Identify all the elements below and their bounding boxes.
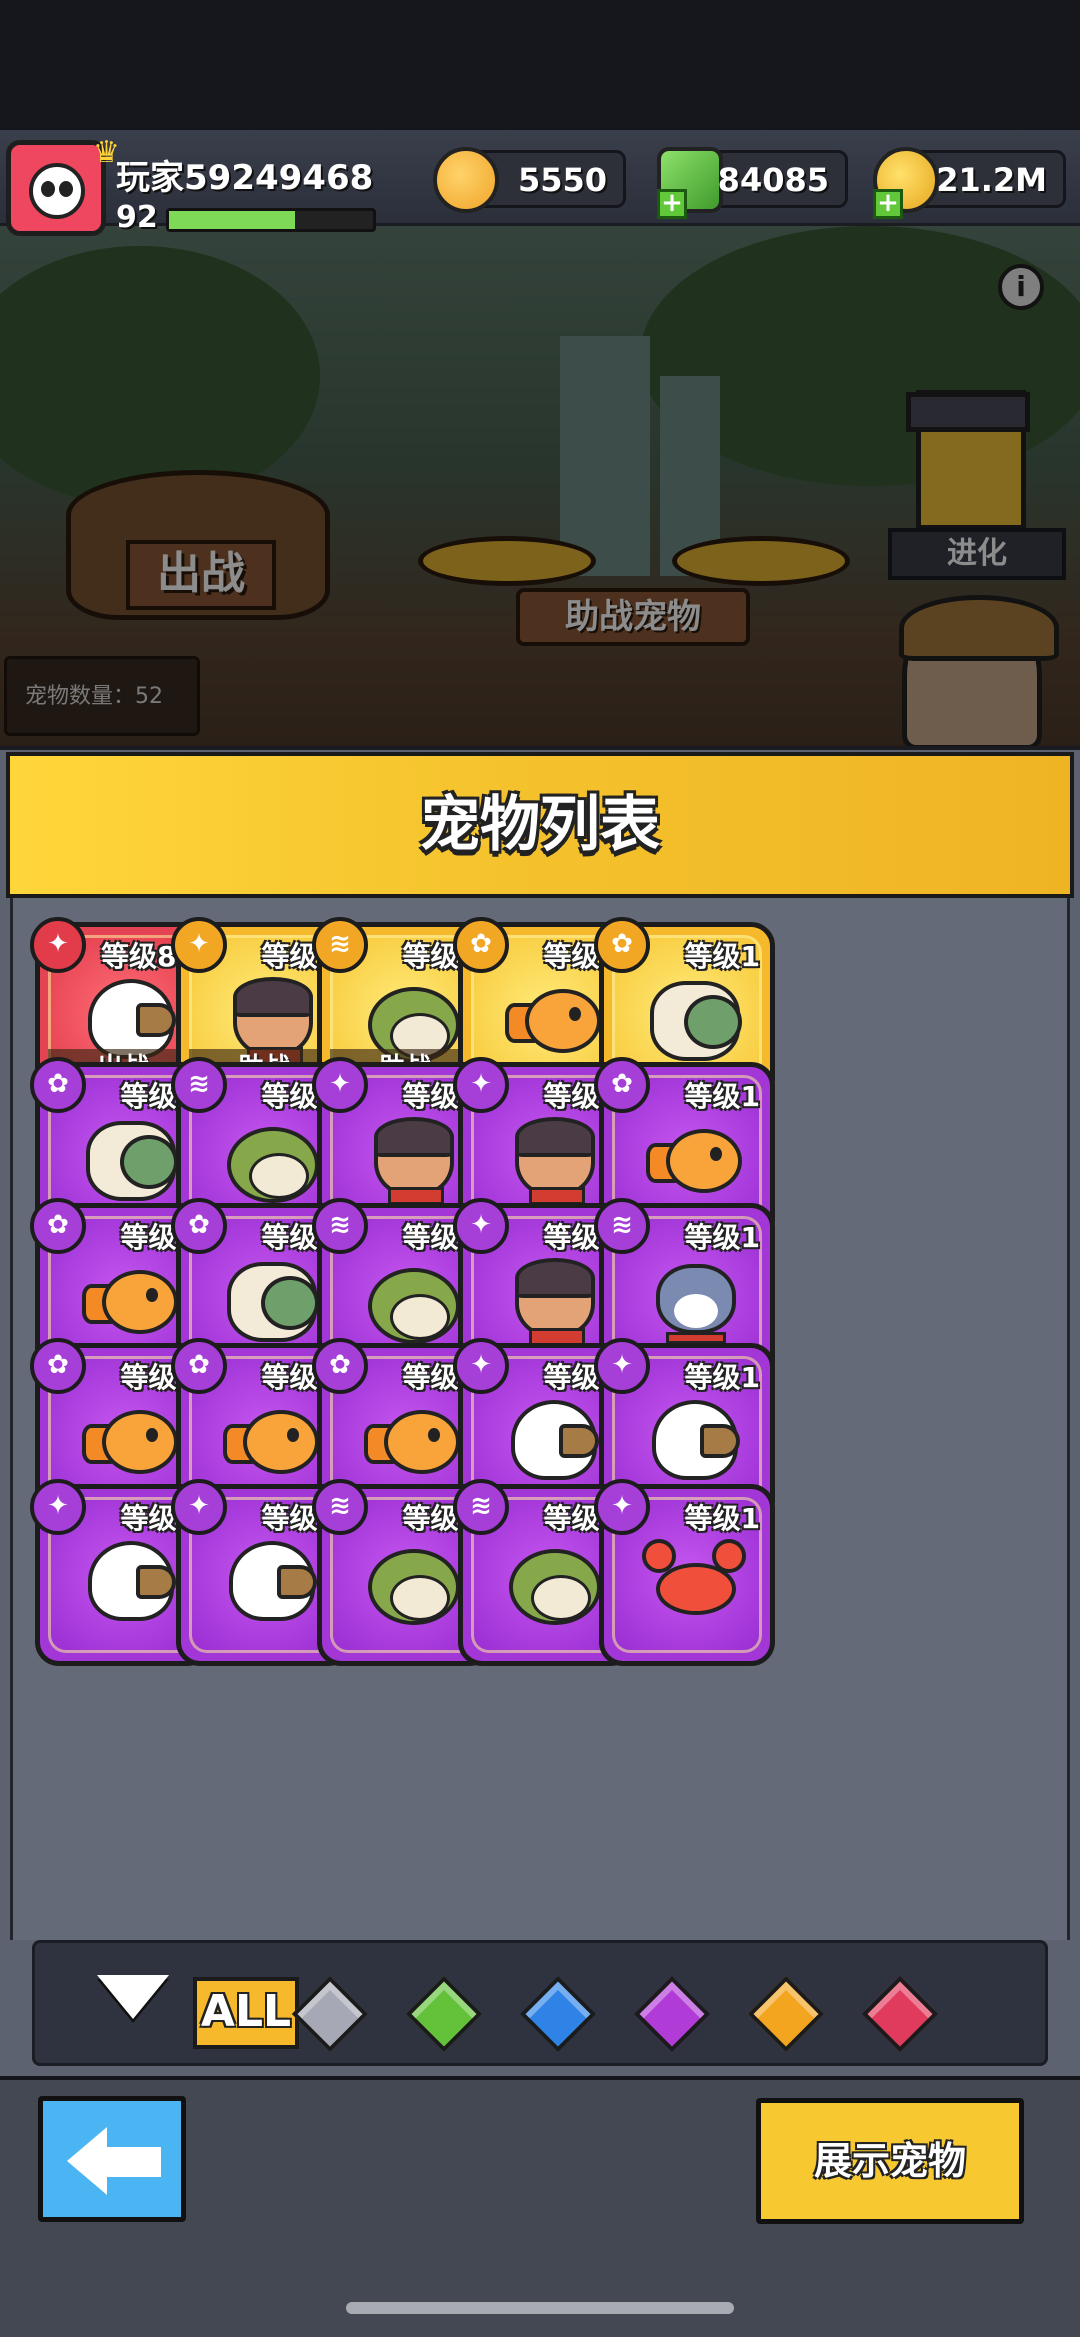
- eagle-pet-icon: [646, 1394, 744, 1486]
- back-arrow-shaft: [105, 2147, 161, 2177]
- coin-icon: [433, 147, 499, 213]
- panda-face-icon: [29, 163, 85, 219]
- panel-header: 宠物列表: [6, 752, 1074, 898]
- turtle-pet-icon: [646, 973, 744, 1065]
- fish-pet-icon: [82, 1394, 180, 1486]
- rarity-filter-gem-5[interactable]: [747, 1975, 825, 2053]
- dog-pet-icon: [364, 1113, 462, 1205]
- pet-type-icon: ✦: [171, 917, 227, 973]
- frog-pet-icon: [223, 1113, 321, 1205]
- fish-pet-icon: [82, 1254, 180, 1346]
- pet-type-icon: ✿: [30, 1198, 86, 1254]
- crab-pet-icon: [642, 1535, 746, 1627]
- pet-type-icon: ✦: [30, 917, 86, 973]
- gem-counter[interactable]: + 84085: [657, 147, 848, 219]
- pet-type-icon: ✿: [171, 1198, 227, 1254]
- plus-icon[interactable]: +: [873, 189, 903, 219]
- pet-type-icon: ✦: [453, 1057, 509, 1113]
- pet-card[interactable]: ✦ 等级1: [594, 1479, 775, 1666]
- show-pet-button[interactable]: 展示宠物: [756, 2098, 1024, 2224]
- fish-pet-icon: [646, 1113, 744, 1205]
- pet-level: 等级1: [684, 1502, 760, 1535]
- fish-pet-icon: [223, 1394, 321, 1486]
- pet-type-icon: ≋: [312, 1198, 368, 1254]
- dog-pet-icon: [505, 1254, 603, 1346]
- fish-pet-icon: [505, 973, 603, 1065]
- rarity-filter-gem-6[interactable]: [861, 1975, 939, 2053]
- filter-all-button[interactable]: ALL: [193, 1977, 299, 2049]
- xp-fill: [169, 211, 296, 229]
- frog-pet-icon: [505, 1535, 603, 1627]
- frog-pet-icon: [364, 1535, 462, 1627]
- player-level: 92: [116, 200, 158, 235]
- pet-type-icon: ✦: [453, 1198, 509, 1254]
- gold-value: 21.2M: [936, 161, 1047, 199]
- eagle-pet-icon: [223, 1535, 321, 1627]
- pet-grid: ✦等级85出战✦等级1助战3≋等级1助战3✿等级11✿等级11✿等级12≋等级1…: [10, 898, 1070, 1940]
- pet-level: 等级1: [684, 940, 760, 973]
- fish-pet-icon: [364, 1394, 462, 1486]
- pet-type-icon: ≋: [453, 1479, 509, 1535]
- pet-type-icon: ✿: [30, 1057, 86, 1113]
- pet-type-icon: ✿: [594, 917, 650, 973]
- pet-screen: 出战 助战宠物 进化 i 宠物数量：52 ♛ 玩家59249468 92 555…: [0, 0, 1080, 2337]
- dog-pet-icon: [505, 1113, 603, 1205]
- pet-type-icon: ✿: [453, 917, 509, 973]
- frog-pet-icon: [364, 1254, 462, 1346]
- rarity-filter-bar: ALL: [32, 1940, 1048, 2066]
- gold-coin-icon: +: [873, 147, 939, 219]
- pet-type-icon: ✦: [30, 1479, 86, 1535]
- pet-type-icon: ≋: [594, 1198, 650, 1254]
- pet-type-icon: ✦: [594, 1479, 650, 1535]
- pet-type-icon: ✿: [30, 1338, 86, 1394]
- coin-value: 5550: [517, 161, 607, 199]
- pet-type-icon: ✿: [171, 1338, 227, 1394]
- pet-type-icon: ≋: [171, 1057, 227, 1113]
- eagle-pet-icon: [82, 1535, 180, 1627]
- pet-type-icon: ✦: [171, 1479, 227, 1535]
- pet-type-icon: ✿: [312, 1338, 368, 1394]
- turtle-pet-icon: [82, 1113, 180, 1205]
- coin-counter[interactable]: 5550: [433, 147, 626, 213]
- gem-value: 84085: [717, 161, 829, 199]
- collapse-triangle-icon[interactable]: [97, 1975, 169, 2019]
- pet-type-icon: ✿: [594, 1057, 650, 1113]
- player-avatar[interactable]: ♛: [6, 135, 120, 236]
- rarity-filter-gem-2[interactable]: [405, 1975, 483, 2053]
- pet-type-icon: ✦: [453, 1338, 509, 1394]
- turtle-pet-icon: [223, 1254, 321, 1346]
- home-indicator[interactable]: [346, 2302, 734, 2314]
- status-bar: [0, 0, 1080, 130]
- rarity-filter-gem-1[interactable]: [291, 1975, 369, 2053]
- eagle-pet-icon: [505, 1394, 603, 1486]
- panel-title: 宠物列表: [420, 790, 660, 860]
- back-arrow-icon: [67, 2127, 107, 2195]
- xp-bar: [166, 208, 376, 232]
- pet-type-icon: ✦: [312, 1057, 368, 1113]
- pet-level: 等级1: [684, 1221, 760, 1254]
- pet-type-icon: ≋: [312, 1479, 368, 1535]
- player-name: 玩家59249468: [116, 158, 374, 198]
- pet-level: 等级1: [684, 1361, 760, 1394]
- pet-type-icon: ✦: [594, 1338, 650, 1394]
- rarity-filter-gem-4[interactable]: [633, 1975, 711, 2053]
- back-button[interactable]: [38, 2096, 186, 2222]
- pet-type-icon: ≋: [312, 917, 368, 973]
- gold-counter[interactable]: + 21.2M: [873, 147, 1066, 219]
- gem-icon: +: [657, 147, 723, 219]
- plus-icon[interactable]: +: [657, 189, 687, 219]
- pet-level: 等级1: [684, 1080, 760, 1113]
- rarity-filter-gem-3[interactable]: [519, 1975, 597, 2053]
- cat-pet-icon: [646, 1254, 744, 1346]
